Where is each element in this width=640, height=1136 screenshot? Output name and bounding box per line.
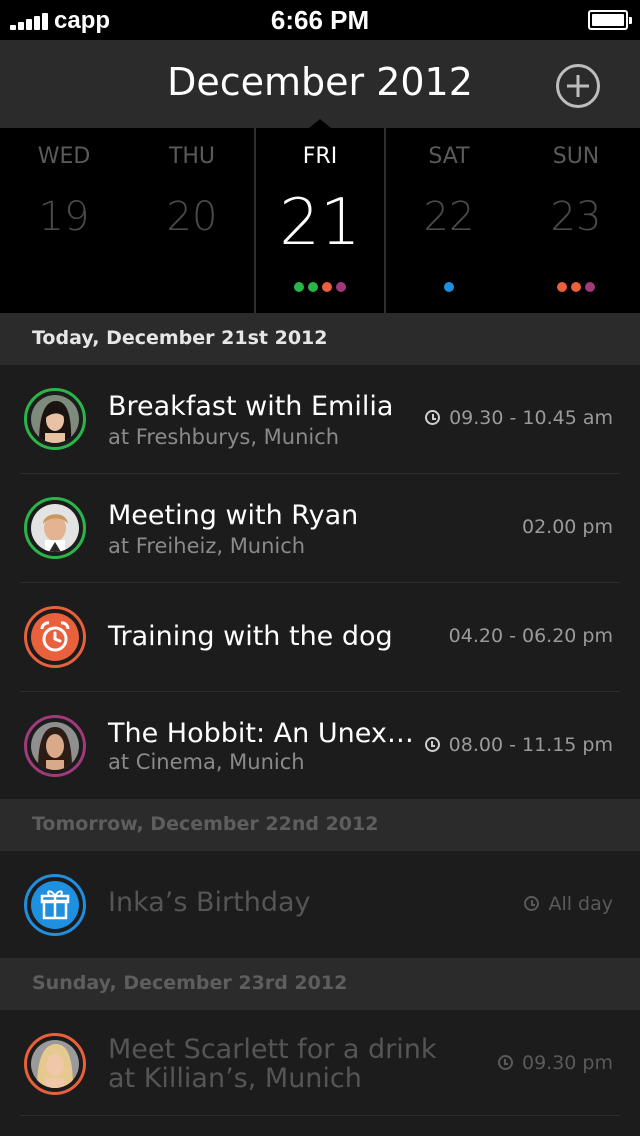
avatar <box>24 606 86 668</box>
divider <box>20 1115 620 1116</box>
day-name: WED <box>37 144 91 169</box>
event-dot <box>557 282 567 292</box>
avatar-ryan <box>31 504 79 552</box>
day-wed[interactable]: WED 19 <box>0 128 128 313</box>
event-title: Training with the dog <box>108 621 393 652</box>
day-sat[interactable]: SAT 22 <box>386 128 512 313</box>
event-dots <box>386 282 512 292</box>
event-time: 09.30 pm <box>497 1052 613 1074</box>
event-location: at Freshburys, Munich <box>108 425 340 449</box>
event-time: 09.30 - 10.45 am <box>425 407 613 429</box>
day-number: 19 <box>38 194 90 240</box>
event-row[interactable]: Inka’s Birthday All day <box>0 851 640 958</box>
event-row[interactable]: Training with the dog 04.20 - 06.20 pm <box>0 583 640 692</box>
day-number: 23 <box>550 194 602 240</box>
section-sunday: Sunday, December 23rd 2012 <box>0 958 640 1010</box>
day-number: 20 <box>166 194 218 240</box>
alarm-clock-icon <box>40 621 70 652</box>
event-dot <box>308 282 318 292</box>
day-name: SUN <box>552 144 600 169</box>
event-title: Meeting with Ryan <box>108 500 359 531</box>
event-location: at Freiheiz, Munich <box>108 534 306 558</box>
avatar <box>24 388 86 450</box>
avatar <box>24 497 86 559</box>
event-dots <box>512 282 640 292</box>
status-bar: capp 6:66 PM <box>0 0 640 40</box>
day-name: SAT <box>428 144 470 169</box>
avatar <box>24 874 86 936</box>
event-row[interactable]: Meeting with Ryan at Freiheiz, Munich 02… <box>0 474 640 583</box>
calendar-header: December 2012 <box>0 40 640 128</box>
event-time: 02.00 pm <box>521 516 613 538</box>
day-number: 22 <box>423 194 475 240</box>
day-thu[interactable]: THU 20 <box>128 128 256 313</box>
add-event-button[interactable] <box>556 64 600 108</box>
status-time: 6:66 PM <box>270 5 370 35</box>
event-dot <box>336 282 346 292</box>
avatar <box>24 1033 86 1095</box>
event-dots <box>256 282 384 292</box>
clock-icon <box>497 1055 513 1070</box>
event-dot <box>571 282 581 292</box>
event-row[interactable]: Meet Scarlett for a drink at Killian’s, … <box>0 1010 640 1136</box>
section-tomorrow: Tomorrow, December 22nd 2012 <box>0 799 640 851</box>
selected-day-pointer <box>309 119 331 128</box>
day-name: THU <box>168 144 216 169</box>
section-title: Sunday, December 23rd 2012 <box>32 972 348 994</box>
event-dot <box>444 282 454 292</box>
event-row[interactable]: Breakfast with Emilia at Freshburys, Mun… <box>0 365 640 474</box>
day-fri-selected[interactable]: FRI 21 <box>254 128 386 313</box>
day-number: 21 <box>279 186 361 260</box>
section-today: Today, December 21st 2012 <box>0 313 640 365</box>
event-row[interactable]: The Hobbit: An Unex… at Cinema, Munich 0… <box>0 692 640 799</box>
event-dot <box>294 282 304 292</box>
avatar <box>24 715 86 777</box>
section-title: Tomorrow, December 22nd 2012 <box>32 813 379 835</box>
event-time: All day <box>524 893 613 915</box>
event-time: 08.00 - 11.15 pm <box>424 734 613 756</box>
event-location: at Killian’s, Munich <box>108 1063 362 1094</box>
month-title: December 2012 <box>167 60 473 104</box>
avatar-scarlett <box>31 1040 79 1088</box>
clock-icon <box>424 737 440 752</box>
clock-icon <box>524 896 540 911</box>
day-sun[interactable]: SUN 23 <box>512 128 640 313</box>
event-dot <box>585 282 595 292</box>
gift-icon <box>40 890 70 920</box>
event-location: at Cinema, Munich <box>108 750 305 774</box>
event-time: 04.20 - 06.20 pm <box>448 625 613 647</box>
week-strip: WED 19 THU 20 FRI 21 SAT 22 SUN 23 <box>0 128 640 313</box>
section-title: Today, December 21st 2012 <box>32 327 328 349</box>
avatar-emilia <box>31 395 79 443</box>
day-name: FRI <box>302 144 338 169</box>
event-dot <box>322 282 332 292</box>
event-title: Breakfast with Emilia <box>108 391 394 422</box>
avatar-hobbit <box>31 722 79 770</box>
clock-icon <box>425 410 441 425</box>
battery-icon <box>588 10 632 30</box>
event-title: Meet Scarlett for a drink <box>108 1034 437 1065</box>
event-title: Inka’s Birthday <box>108 887 311 918</box>
event-title: The Hobbit: An Unex… <box>108 718 414 749</box>
